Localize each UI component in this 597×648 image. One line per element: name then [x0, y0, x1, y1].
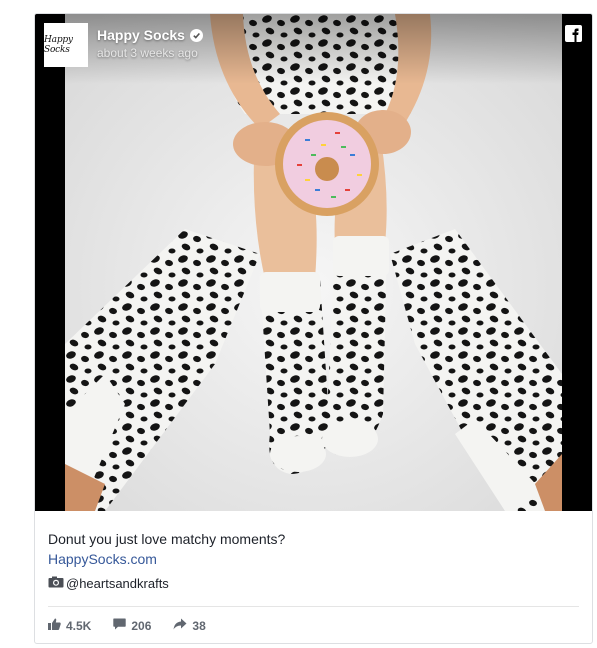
comment-icon [113, 618, 127, 633]
page-name-text[interactable]: Happy Socks [97, 27, 185, 43]
photo-credit: @heartsandkrafts [48, 576, 169, 591]
facebook-icon[interactable] [565, 25, 582, 42]
like-count-value: 4.5K [66, 618, 92, 633]
thumbs-up-icon [48, 618, 61, 633]
comment-count[interactable]: 206 [113, 618, 151, 633]
page-name[interactable]: Happy Socks [97, 27, 203, 43]
logo-wordmark: Happy Socks [44, 34, 73, 55]
share-count-value: 38 [192, 618, 206, 633]
divider [48, 606, 579, 607]
share-arrow-icon [173, 618, 187, 633]
page-avatar[interactable]: Happy Socks [44, 23, 88, 67]
post-caption: Donut you just love matchy moments? [48, 531, 286, 547]
post-link[interactable]: HappySocks.com [48, 551, 157, 567]
share-count[interactable]: 38 [173, 618, 206, 633]
post-media[interactable]: Happy Socks Happy Socks about 3 weeks ag… [35, 14, 592, 511]
social-post-card: Happy Socks Happy Socks about 3 weeks ag… [34, 13, 593, 644]
comment-count-value: 206 [131, 618, 152, 633]
credit-handle[interactable]: @heartsandkrafts [66, 576, 169, 591]
camera-icon [48, 576, 64, 591]
post-photo[interactable] [65, 14, 562, 511]
post-header: Happy Socks Happy Socks about 3 weeks ag… [35, 14, 592, 84]
verified-check-icon [189, 28, 203, 42]
like-count[interactable]: 4.5K [48, 618, 91, 633]
engagement-bar: 4.5K 206 38 [48, 618, 206, 633]
post-timestamp[interactable]: about 3 weeks ago [97, 46, 198, 60]
